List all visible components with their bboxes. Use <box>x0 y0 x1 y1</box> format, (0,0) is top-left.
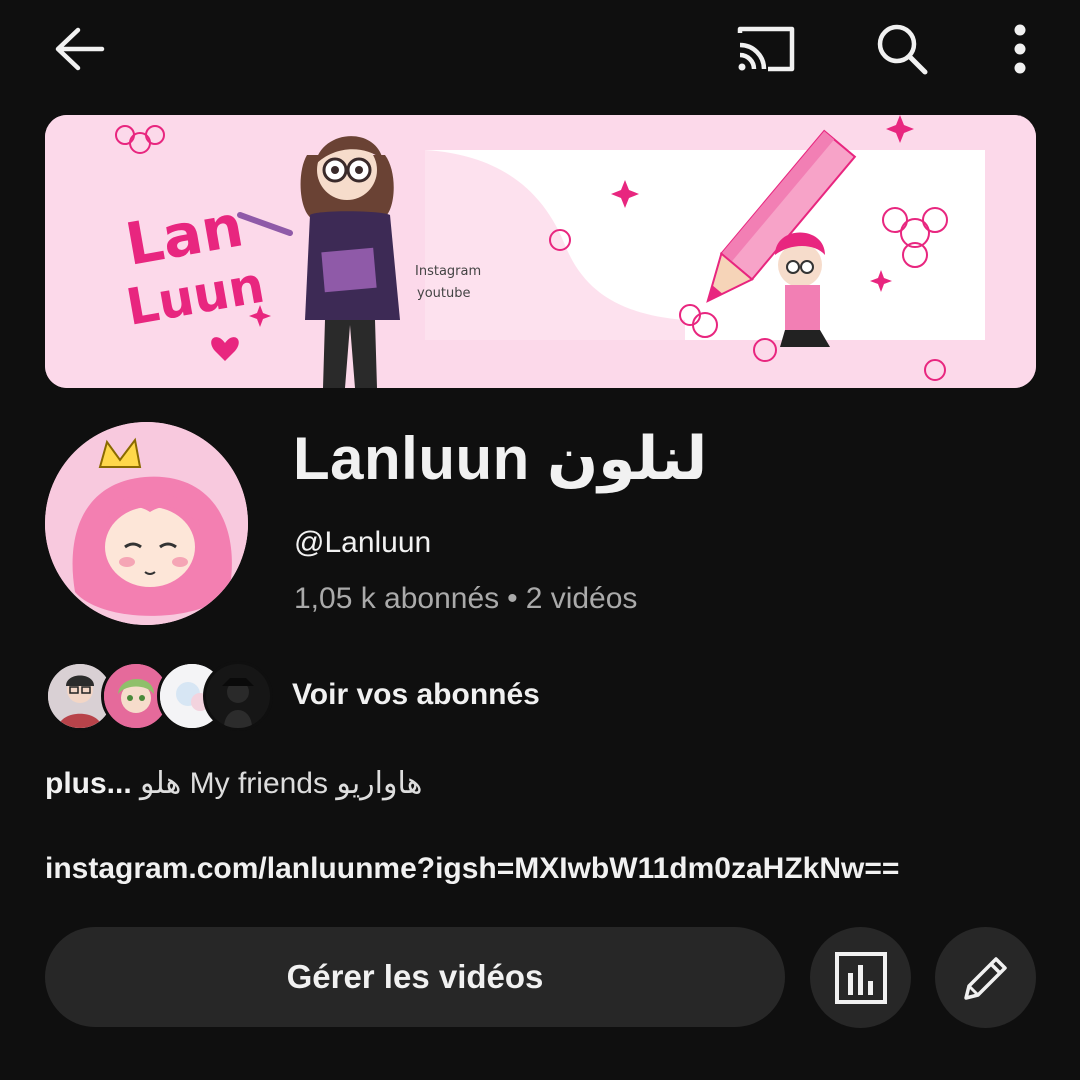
more-vertical-icon <box>1014 24 1026 74</box>
description-text: هاواريو My friends هلو <box>140 767 423 800</box>
back-button[interactable] <box>40 14 120 84</box>
description-more-link[interactable]: plus... <box>45 767 132 800</box>
channel-description[interactable]: plus... هاواريو My friends هلو <box>45 766 422 801</box>
channel-banner: Lan Luun Instagram youtube <box>45 115 1036 388</box>
view-subscribers-row[interactable]: Voir vos abonnés <box>45 660 605 732</box>
subscriber-avatar <box>203 661 273 731</box>
cast-button[interactable] <box>725 14 805 84</box>
channel-external-link[interactable]: instagram.com/lanluunme?igsh=MXIwbW11dm0… <box>45 852 899 886</box>
analytics-icon <box>834 951 887 1004</box>
view-subscribers-label: Voir vos abonnés <box>292 678 540 711</box>
search-icon <box>877 24 928 75</box>
banner-signature-1: Instagram <box>415 264 481 279</box>
channel-avatar[interactable] <box>45 422 248 625</box>
stats-separator: • <box>507 582 518 615</box>
pencil-icon <box>963 956 1007 1000</box>
channel-handle: @Lanluun <box>294 526 432 559</box>
avatar-image <box>45 422 248 625</box>
more-options-button[interactable] <box>990 14 1050 84</box>
search-button[interactable] <box>862 14 942 84</box>
edit-channel-button[interactable] <box>935 927 1036 1028</box>
subscriber-avatars <box>45 660 273 732</box>
video-count: 2 vidéos <box>525 582 638 615</box>
manage-videos-button[interactable]: Gérer les vidéos <box>45 927 785 1027</box>
cast-icon <box>737 26 795 72</box>
analytics-button[interactable] <box>810 927 911 1028</box>
subscriber-count: 1,05 k abonnés <box>294 582 500 615</box>
banner-signature-2: youtube <box>417 286 470 301</box>
channel-name: Lanluun لنلون <box>293 425 708 492</box>
top-app-bar <box>0 0 1080 100</box>
channel-stats: 1,05 k abonnés • 2 vidéos <box>294 582 637 616</box>
arrow-left-icon <box>55 27 105 71</box>
